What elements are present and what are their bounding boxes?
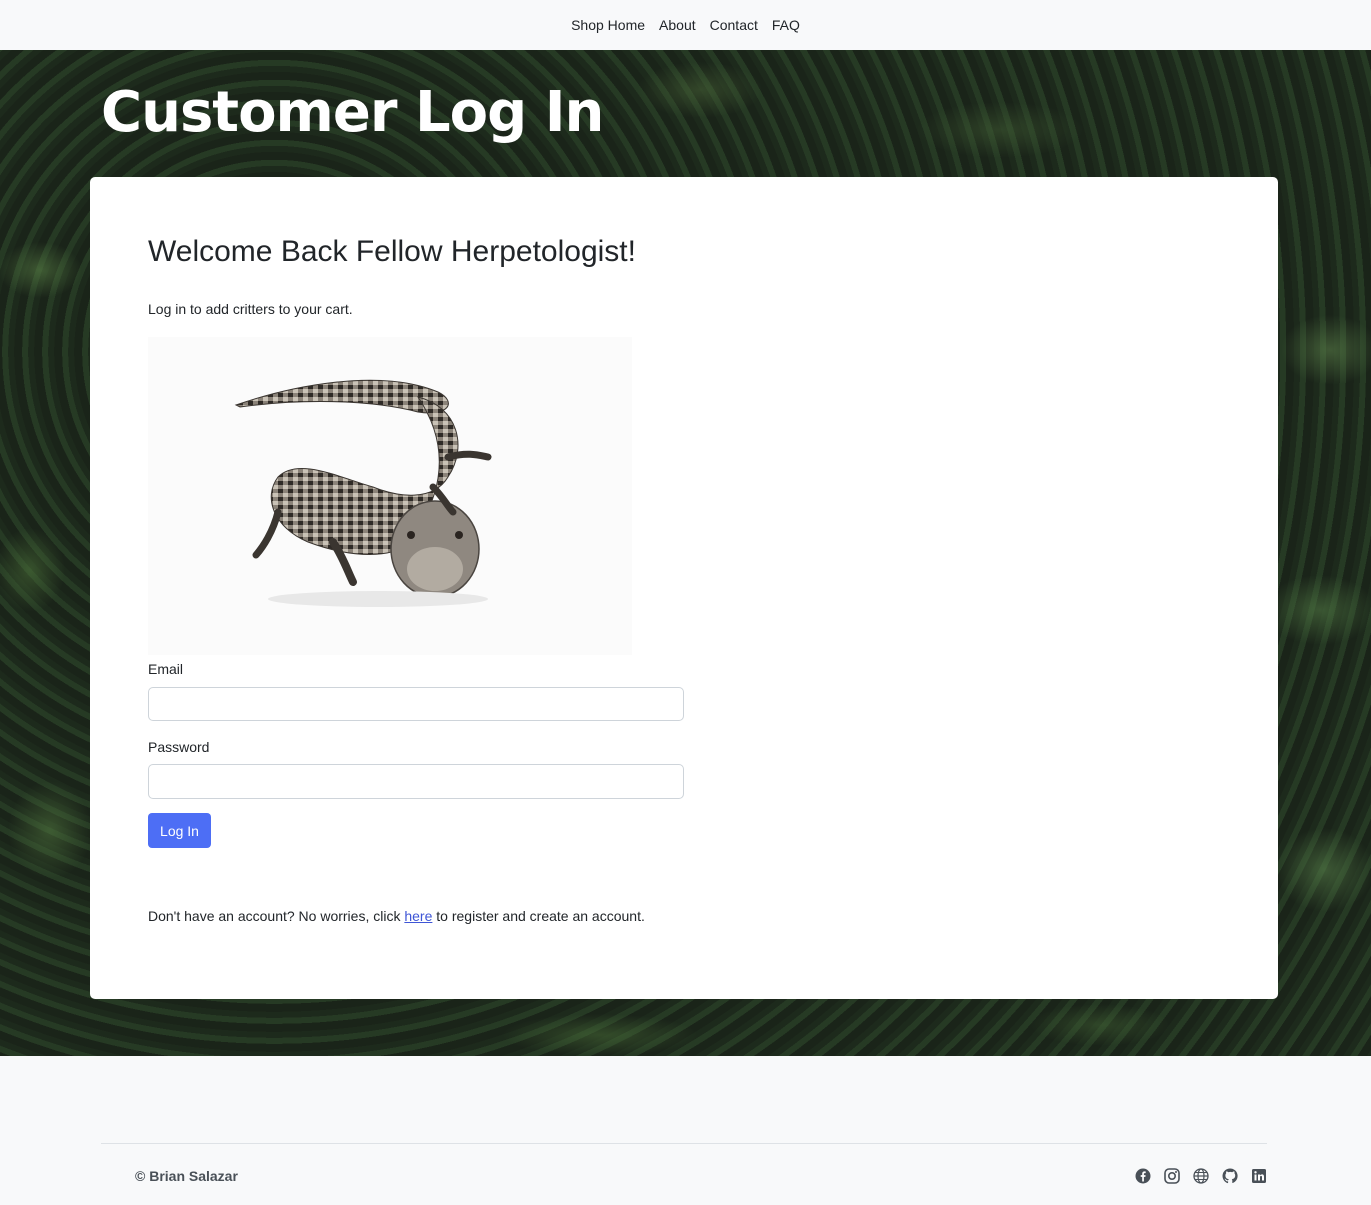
linkedin-icon[interactable] — [1251, 1168, 1267, 1184]
social-links — [1135, 1168, 1267, 1184]
page-title: Customer Log In — [101, 80, 604, 145]
login-subtext: Log in to add critters to your cart. — [148, 301, 353, 317]
lizard-image — [148, 337, 632, 655]
login-card: Welcome Back Fellow Herpetologist! Log i… — [90, 177, 1278, 999]
blue-tongue-skink-photo — [234, 379, 492, 607]
password-label: Password — [148, 739, 210, 755]
instagram-icon[interactable] — [1164, 1168, 1180, 1184]
register-prompt: Don't have an account? No worries, click… — [148, 908, 645, 924]
nav-about[interactable]: About — [659, 0, 696, 50]
email-label: Email — [148, 661, 184, 677]
nav-contact[interactable]: Contact — [710, 0, 758, 50]
email-field[interactable] — [148, 687, 684, 721]
register-link[interactable]: here — [404, 908, 432, 924]
register-prefix: Don't have an account? No worries, click — [148, 908, 405, 924]
login-button[interactable]: Log In — [148, 813, 211, 848]
github-icon[interactable] — [1222, 1168, 1238, 1184]
copyright-text: © Brian Salazar — [135, 1168, 238, 1184]
top-nav: Shop Home About Contact FAQ — [0, 0, 1371, 50]
facebook-icon[interactable] — [1135, 1168, 1151, 1184]
password-field[interactable] — [148, 764, 684, 799]
globe-icon[interactable] — [1193, 1168, 1209, 1184]
welcome-heading: Welcome Back Fellow Herpetologist! — [148, 235, 636, 268]
nav-shop-home[interactable]: Shop Home — [571, 0, 645, 50]
register-suffix: to register and create an account. — [432, 908, 645, 924]
hero-foliage-background: Customer Log In Welcome Back Fellow Herp… — [0, 50, 1371, 1056]
footer-divider — [101, 1143, 1267, 1144]
nav-faq[interactable]: FAQ — [772, 0, 800, 50]
